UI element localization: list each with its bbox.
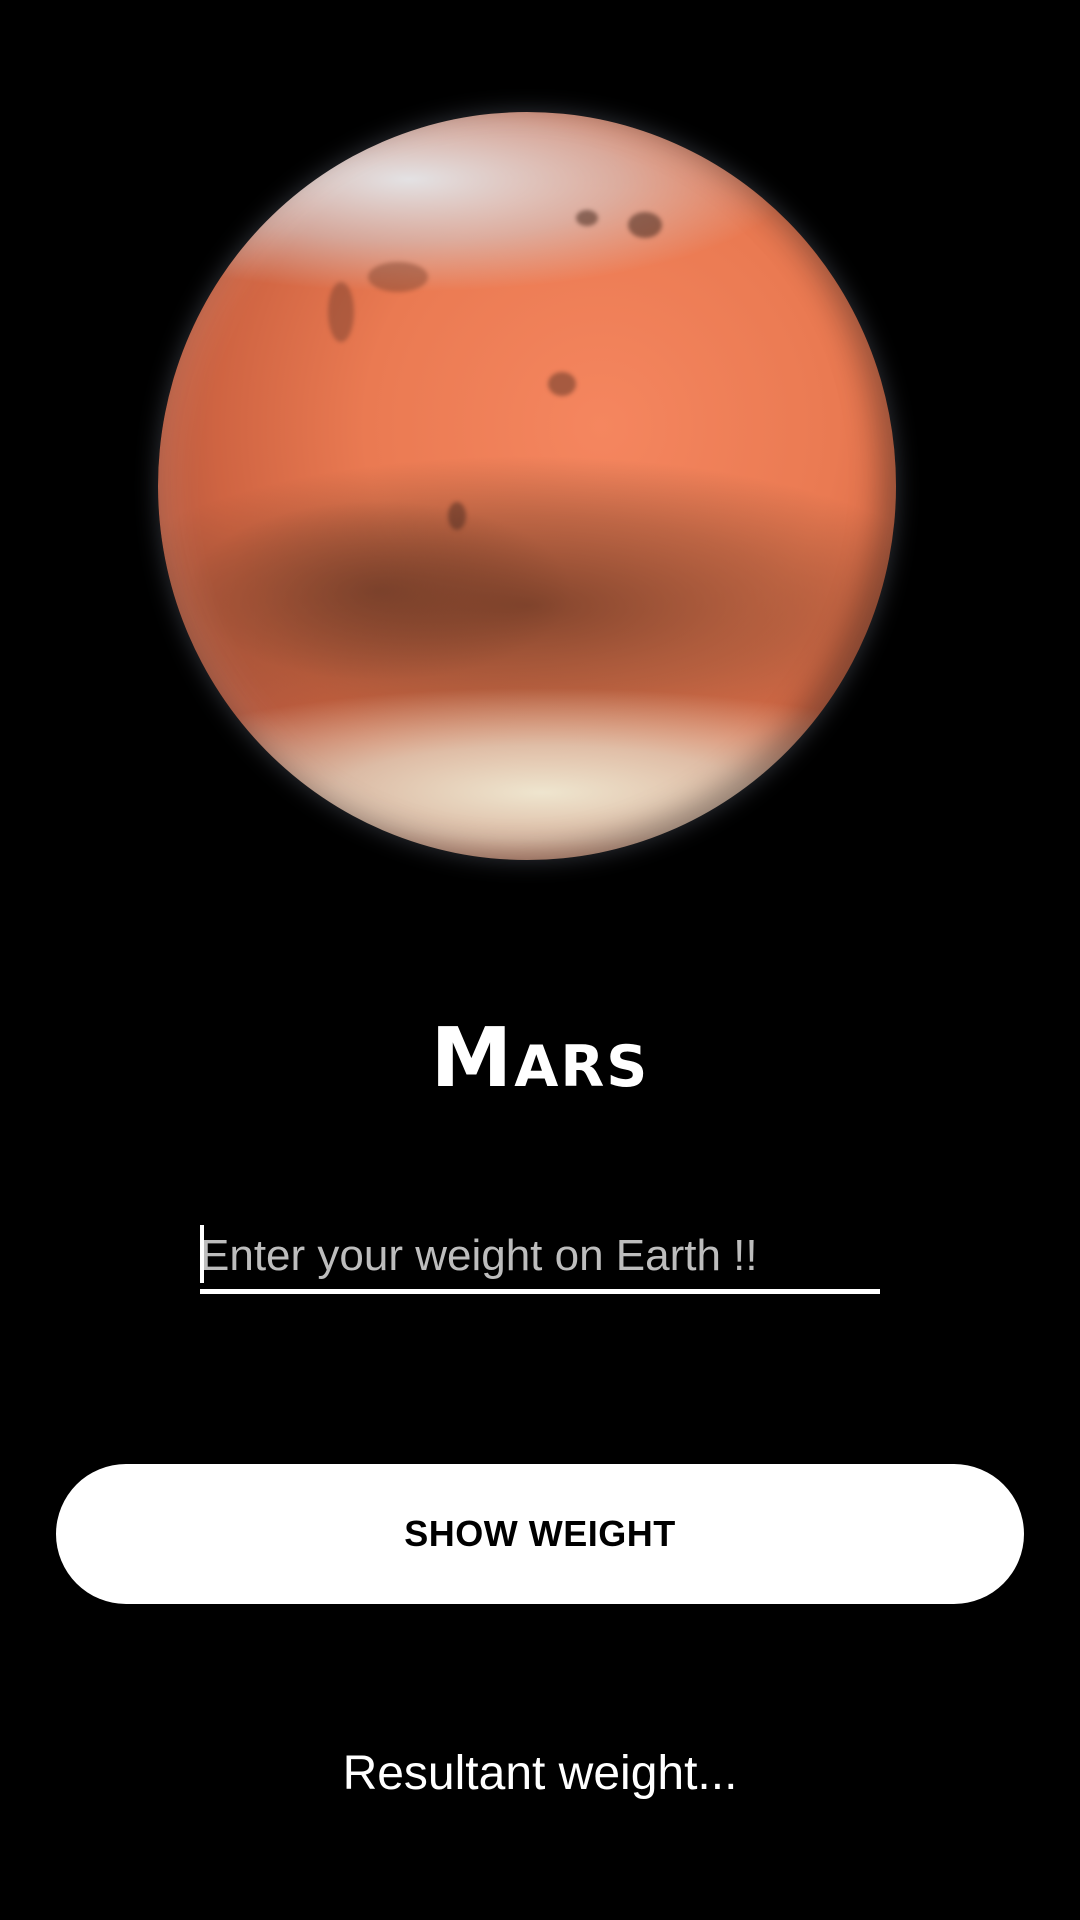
planet-surface-feature (576, 210, 598, 226)
mars-planet-image (158, 112, 896, 860)
result-text: Resultant weight... (342, 1747, 738, 1800)
planet-surface-feature (548, 372, 576, 396)
planet-surface-feature (628, 212, 662, 238)
planet-surface-feature (368, 262, 428, 292)
show-weight-button[interactable]: SHOW WEIGHT (56, 1464, 1024, 1604)
planet-disc (158, 112, 896, 860)
planet-surface-feature (448, 502, 466, 530)
planet-surface-feature (328, 282, 354, 342)
planet-title: Mars (430, 1011, 650, 1106)
earth-weight-input[interactable] (200, 1222, 880, 1294)
text-cursor (200, 1225, 204, 1283)
